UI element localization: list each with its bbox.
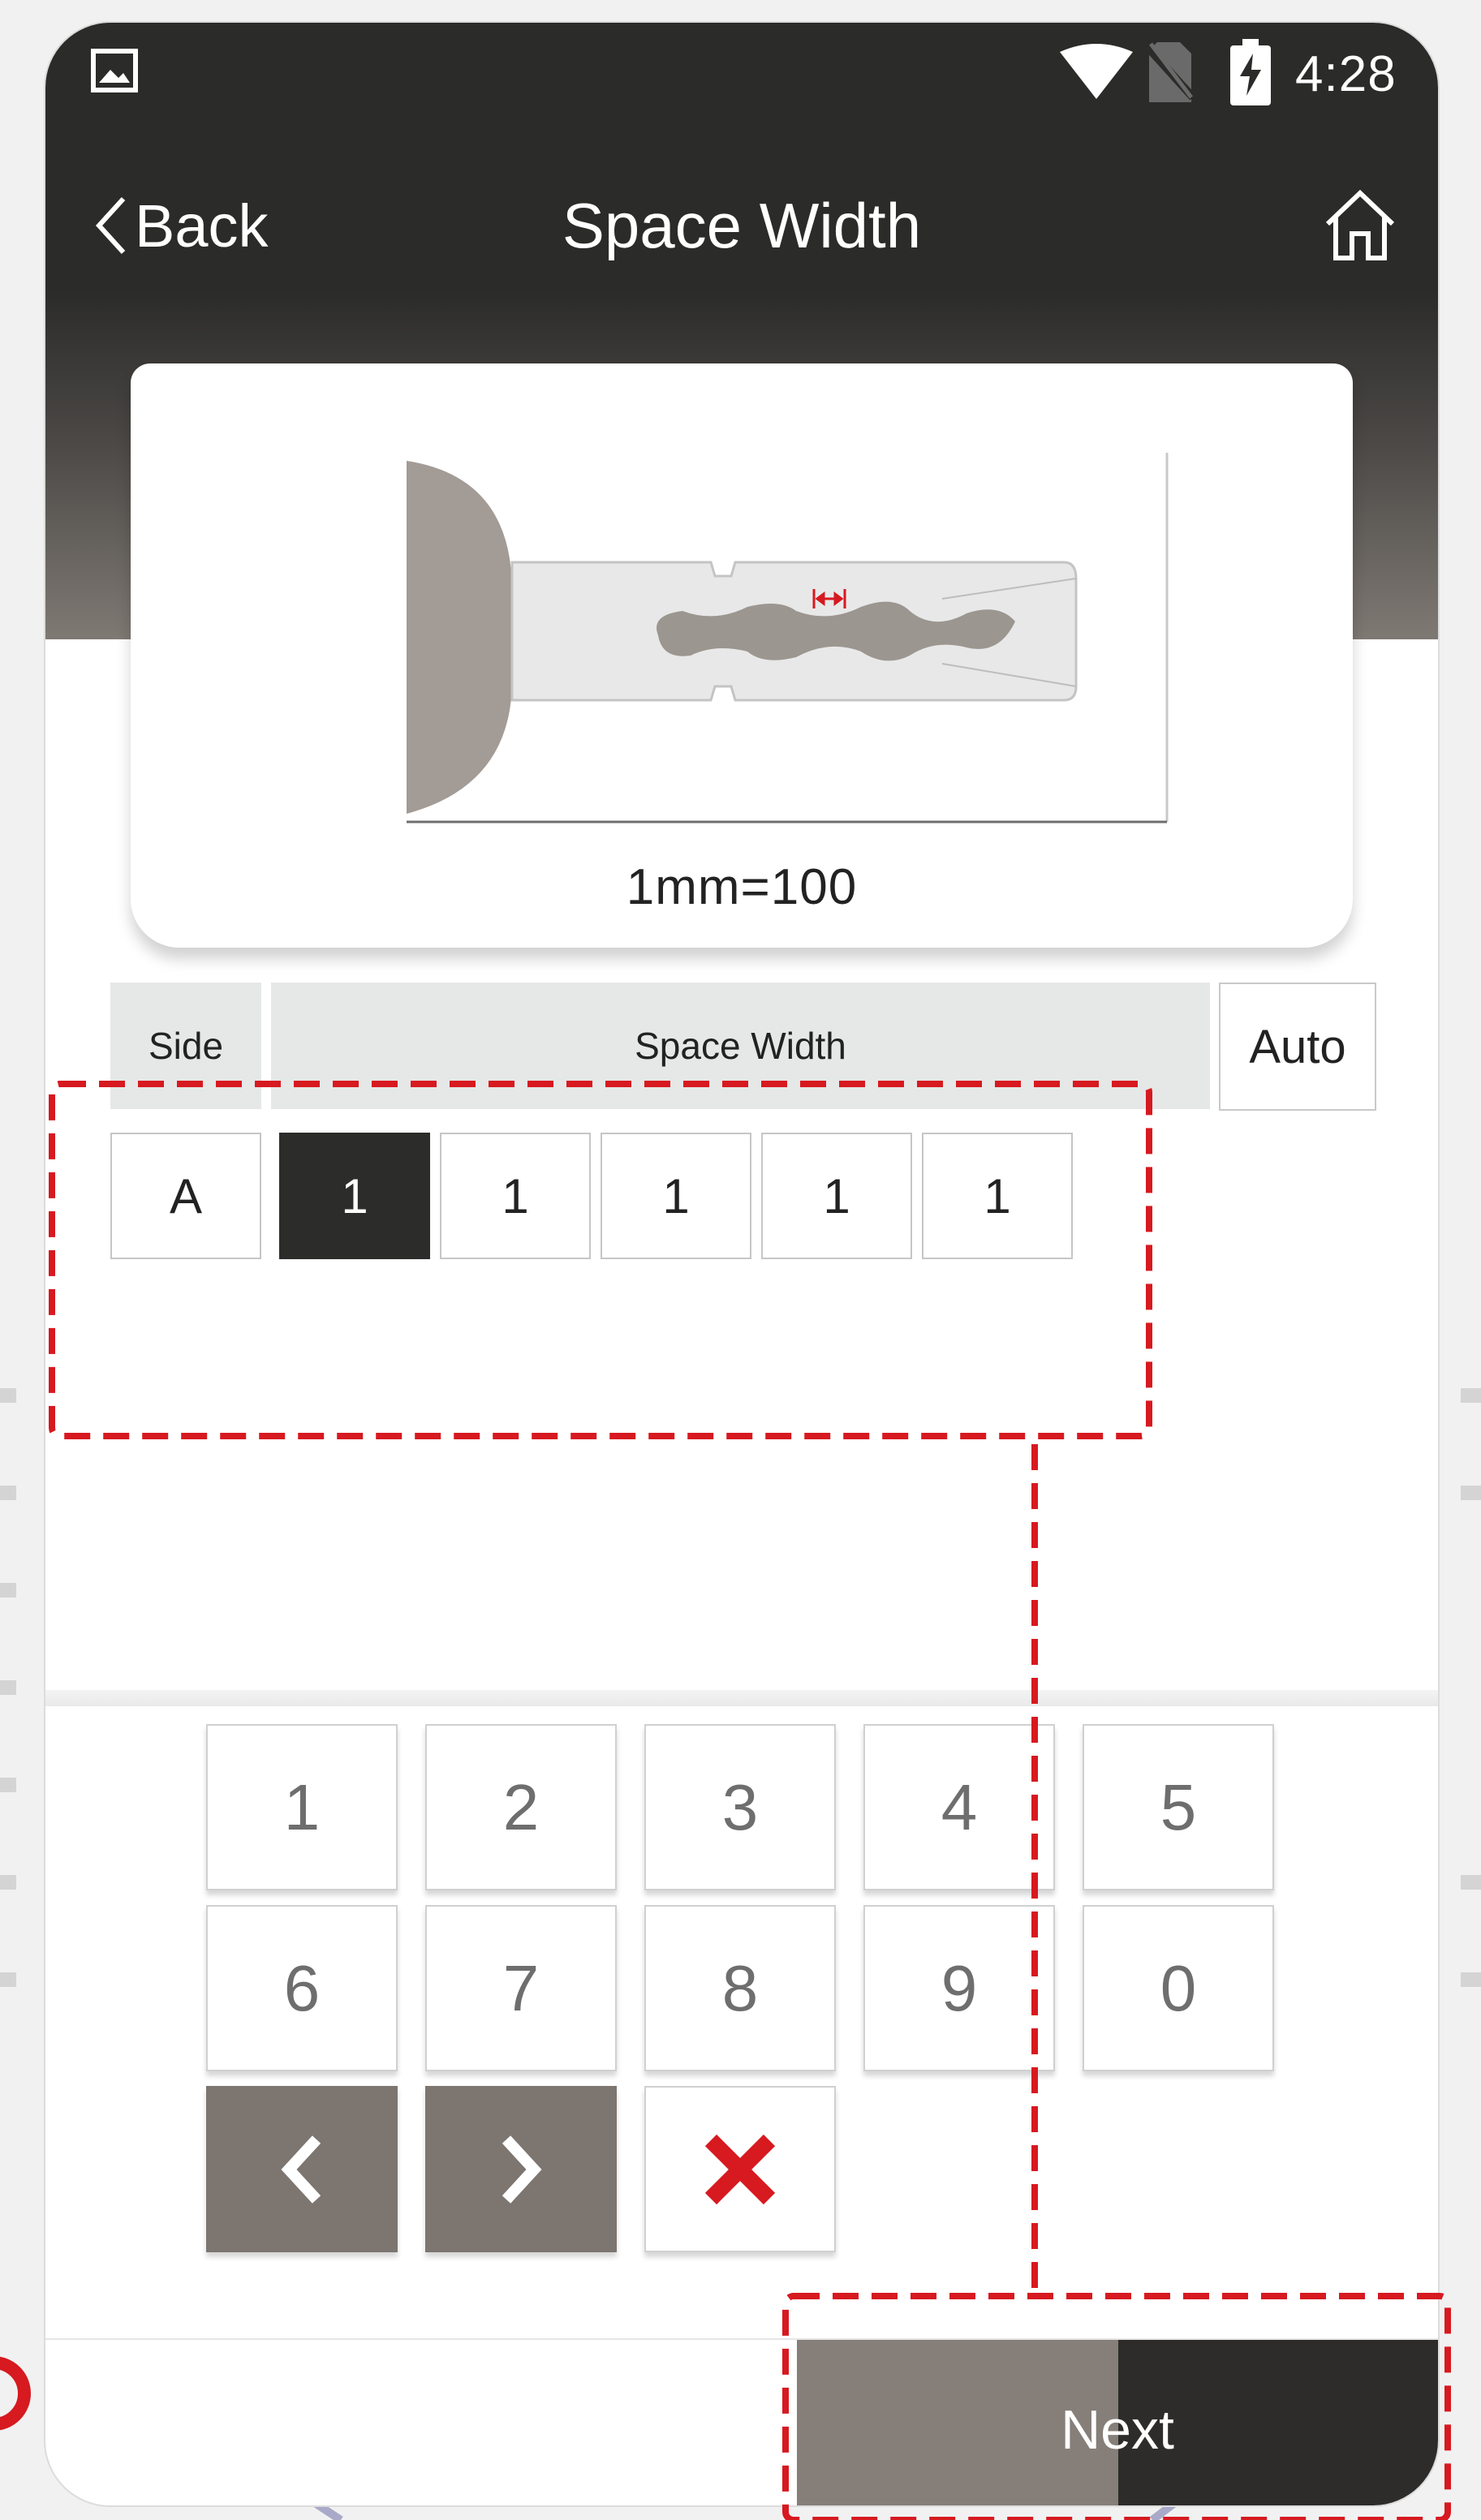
home-icon[interactable] xyxy=(1311,177,1409,274)
key-diagram xyxy=(407,453,1169,824)
key-0[interactable]: 0 xyxy=(1083,1905,1274,2071)
side-header: Side xyxy=(110,983,261,1109)
image-icon xyxy=(91,49,138,92)
width-cell-3[interactable]: 1 xyxy=(601,1133,751,1259)
battery-charging-icon xyxy=(1230,39,1271,105)
key-4[interactable]: 4 xyxy=(863,1724,1055,1890)
auto-button[interactable]: Auto xyxy=(1219,983,1376,1111)
delete-x-icon xyxy=(704,2134,776,2204)
table-header: Side Space Width Auto xyxy=(110,983,1422,1111)
chevron-right-icon xyxy=(502,2135,542,2204)
width-cell-4[interactable]: 1 xyxy=(761,1133,912,1259)
chevron-left-icon xyxy=(281,2135,321,2204)
key-6[interactable]: 6 xyxy=(206,1905,398,2071)
key-3[interactable]: 3 xyxy=(644,1724,836,1890)
width-cell-5[interactable]: 1 xyxy=(922,1133,1073,1259)
scale-label: 1mm=100 xyxy=(626,859,858,915)
delete-button[interactable] xyxy=(644,2086,836,2252)
key-9[interactable]: 9 xyxy=(863,1905,1055,2071)
key-8[interactable]: 8 xyxy=(644,1905,836,2071)
next-button[interactable]: Next xyxy=(797,2340,1438,2505)
phone-screen: 4:28 Back Space Width 1mm=100 Side Space… xyxy=(45,23,1438,2505)
wifi-icon xyxy=(1060,44,1133,99)
key-2[interactable]: 2 xyxy=(425,1724,617,1890)
space-width-header: Space Width xyxy=(271,983,1210,1109)
side-cell[interactable]: A xyxy=(110,1133,261,1259)
page-title: Space Width xyxy=(562,190,922,261)
no-sim-icon xyxy=(1147,42,1193,102)
key-1[interactable]: 1 xyxy=(206,1724,398,1890)
next-field-button[interactable] xyxy=(425,2086,617,2252)
key-5[interactable]: 5 xyxy=(1083,1724,1274,1890)
width-cell-2[interactable]: 1 xyxy=(440,1133,591,1259)
key-7[interactable]: 7 xyxy=(425,1905,617,2071)
previous-button[interactable] xyxy=(206,2086,398,2252)
status-bar: 4:28 xyxy=(45,23,1438,120)
key-diagram-card: 1mm=100 xyxy=(131,363,1353,948)
status-time: 4:28 xyxy=(1295,46,1397,102)
value-row: A 1 1 1 1 1 xyxy=(110,1133,1165,1262)
divider xyxy=(45,1690,1438,1706)
red-ring-icon xyxy=(0,2356,31,2431)
width-cell-1[interactable]: 1 xyxy=(279,1133,430,1259)
